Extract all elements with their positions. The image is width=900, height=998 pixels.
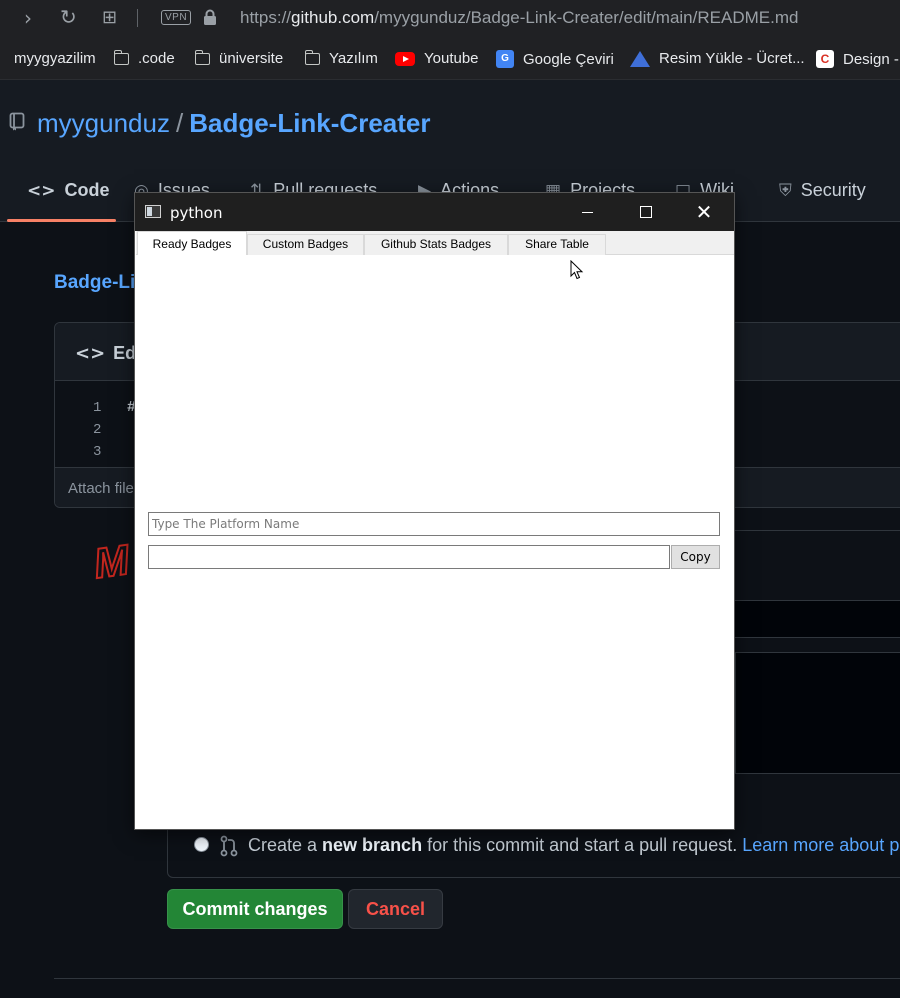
shield-icon: ⛨ — [779, 180, 792, 201]
window-title: python — [170, 204, 223, 222]
window-titlebar[interactable]: python ✕ — [135, 193, 734, 231]
folder-icon — [194, 49, 210, 65]
attach-label: Attach file — [68, 480, 134, 497]
bookmark-label: Google Çeviri — [523, 50, 614, 68]
bookmark-label: Design - — [843, 50, 899, 68]
bookmark-code[interactable]: .code — [113, 49, 175, 67]
bookmark-universite[interactable]: üniversite — [194, 49, 284, 67]
line-number: 2 — [93, 422, 102, 438]
repo-owner-link[interactable]: myygunduz — [37, 108, 170, 138]
app-window-icon — [145, 205, 161, 218]
python-app-window: python ✕ Ready Badges Custom Badges Gith… — [134, 192, 735, 830]
active-tab-underline — [7, 219, 116, 222]
bookmark-label: Youtube — [424, 50, 479, 67]
badge-logo-image: M — [90, 535, 133, 588]
code-icon: <> — [75, 343, 106, 364]
bookmark-label: .code — [138, 50, 175, 67]
branch-text-middle: for this commit and start a pull request… — [422, 835, 743, 855]
folder-icon — [304, 49, 320, 65]
bookmark-youtube[interactable]: Youtube — [395, 50, 479, 67]
close-icon[interactable]: ✕ — [681, 193, 727, 231]
new-branch-radio[interactable] — [194, 837, 209, 852]
tab-custom-badges[interactable]: Custom Badges — [247, 234, 364, 255]
bookmark-label: myygyazilim — [14, 50, 96, 67]
bookmarks-bar: myygyazilim .code üniversite Yazılım You… — [0, 38, 900, 80]
toolbar-divider — [137, 9, 138, 27]
bookmark-resim-yukle[interactable]: Resim Yükle - Ücret... — [630, 50, 805, 67]
branch-text-prefix: Create a — [248, 835, 323, 855]
mouse-cursor-icon — [570, 259, 584, 285]
url-host: github.com — [291, 8, 375, 27]
copy-button[interactable]: Copy — [671, 545, 720, 569]
bookmark-label: Yazılım — [329, 50, 378, 67]
bookmark-myygyazilim[interactable]: myygyazilim — [14, 50, 96, 67]
bookmark-yazilim[interactable]: Yazılım — [304, 49, 378, 67]
minimize-icon[interactable] — [565, 193, 611, 231]
line-number: 3 — [93, 444, 102, 460]
tab-share-table[interactable]: Share Table — [508, 234, 606, 255]
tab-grid-icon[interactable]: ⊞ — [102, 7, 117, 28]
forward-icon[interactable]: › — [24, 6, 32, 30]
ready-badges-panel: Copy — [136, 255, 734, 829]
tab-label: Security — [800, 180, 866, 200]
bookmark-label: Resim Yükle - Ücret... — [659, 50, 805, 67]
divider — [54, 978, 900, 979]
tab-github-stats-badges[interactable]: Github Stats Badges — [364, 234, 508, 255]
repo-path: myygunduz / Badge-Link-Creater — [37, 108, 430, 139]
browser-toolbar: › ↻ ⊞ VPN https://github.com/myygunduz/B… — [0, 0, 900, 38]
new-branch-option-label: Create a new branch for this commit and … — [248, 835, 900, 856]
line-number: 1 — [93, 400, 102, 416]
url-path: /myygunduz/Badge-Link-Creater/edit/main/… — [374, 8, 799, 27]
commit-summary-input[interactable] — [735, 600, 900, 638]
breadcrumb[interactable]: Badge-Li — [54, 272, 135, 294]
code-icon: <> — [27, 180, 56, 201]
vpn-badge[interactable]: VPN — [161, 10, 192, 25]
youtube-icon — [395, 51, 415, 66]
url-prefix: https:// — [240, 8, 292, 27]
upload-triangle-icon — [630, 50, 650, 67]
path-separator: / — [175, 108, 184, 138]
tab-security[interactable]: ⛨ Security — [779, 180, 866, 201]
platform-name-input[interactable] — [148, 512, 720, 536]
tab-label: Code — [64, 180, 110, 200]
repo-name-link[interactable]: Badge-Link-Creater — [189, 108, 430, 138]
commit-changes-button[interactable]: Commit changes — [167, 889, 343, 929]
bookmark-label: üniversite — [219, 50, 284, 67]
reload-icon[interactable]: ↻ — [60, 5, 77, 29]
branch-icon — [220, 835, 238, 862]
commit-description-input[interactable] — [735, 652, 900, 774]
learn-more-link[interactable]: Learn more about pull — [742, 835, 900, 855]
address-bar[interactable]: https://github.com/myygunduz/Badge-Link-… — [240, 8, 798, 28]
tab-code[interactable]: <> Code — [27, 180, 110, 201]
google-translate-icon: G — [496, 50, 514, 68]
bookmark-google-ceviri[interactable]: G Google Çeviri — [496, 50, 614, 68]
repo-icon — [9, 112, 25, 137]
design-icon: C — [816, 50, 834, 68]
bookmark-design[interactable]: C Design - — [816, 50, 899, 68]
tab-ready-badges[interactable]: Ready Badges — [137, 231, 247, 256]
folder-icon — [113, 49, 129, 65]
badge-link-output[interactable] — [148, 545, 670, 569]
branch-text-bold: new branch — [322, 835, 423, 855]
maximize-icon[interactable] — [623, 193, 669, 231]
notebook-tabs: Ready Badges Custom Badges Github Stats … — [136, 231, 734, 256]
lock-icon[interactable] — [203, 9, 217, 31]
cancel-button[interactable]: Cancel — [348, 889, 443, 929]
